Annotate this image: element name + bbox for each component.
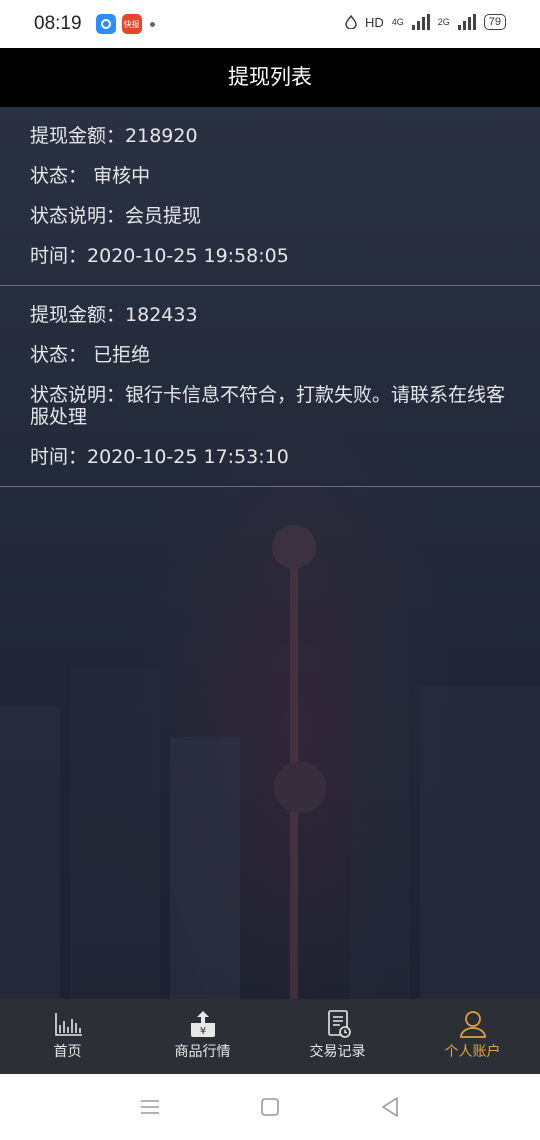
notification-dot-icon [149,21,155,27]
withdraw-list[interactable]: 提现金额：218920 状态： 审核中 状态说明：会员提现 时间：2020-10… [0,107,540,999]
back-triangle-icon[interactable] [377,1094,403,1120]
network-label: HD [364,14,384,30]
bottom-tab-bar: 首页 ¥ 商品行情 交易记录 个人账户 [0,999,540,1074]
amount-value: 182433 [125,304,198,326]
status-value: 已拒绝 [93,344,151,366]
page-title: 提现列表 [0,48,540,107]
withdraw-record[interactable]: 提现金额：218920 状态： 审核中 状态说明：会员提现 时间：2020-10… [0,107,540,286]
tab-market-label: 商品行情 [174,1044,231,1060]
status-row: 状态： 已拒绝 [30,344,510,366]
desc-row: 状态说明：银行卡信息不符合，打款失败。请联系在线客服处理 [30,384,510,428]
time-value: 2020-10-25 17:53:10 [87,446,289,468]
water-drop-icon [345,15,357,29]
status-label: 状态： [30,344,88,366]
city-skyline-background [0,525,540,999]
battery-icon: 79 [483,14,506,30]
document-clock-icon [327,1010,351,1038]
network-2g-label: 2G [437,17,450,27]
tab-account[interactable]: 个人账户 [405,999,540,1074]
svg-text:¥: ¥ [199,1026,205,1037]
system-nav-bar [0,1074,540,1140]
withdraw-record[interactable]: 提现金额：182433 状态： 已拒绝 状态说明：银行卡信息不符合，打款失败。请… [0,286,540,487]
amount-label: 提现金额： [30,125,126,147]
desc-label: 状态说明： [30,384,126,406]
signal-icon [411,14,430,30]
tab-trade-records[interactable]: 交易记录 [270,999,405,1074]
amount-label: 提现金额： [30,304,126,326]
desc-row: 状态说明：会员提现 [30,205,510,227]
status-label: 状态： [30,165,88,187]
status-indicators: HD 4G 2G 79 [345,14,506,30]
status-time: 08:19 [34,13,82,34]
time-label: 时间： [30,245,88,267]
network-4g-label: 4G [391,17,404,27]
tab-home-label: 首页 [53,1044,82,1060]
yuan-upload-icon: ¥ [190,1011,215,1037]
amount-row: 提现金额：218920 [30,125,510,147]
tab-home[interactable]: 首页 [0,999,135,1074]
desc-value: 会员提现 [125,205,202,227]
chart-icon [54,1013,82,1036]
browser-app-icon [95,14,116,34]
signal-icon-2 [457,14,476,30]
time-row: 时间：2020-10-25 17:53:10 [30,446,510,468]
news-app-icon: 快报 [121,14,142,34]
amount-row: 提现金额：182433 [30,304,510,326]
person-icon [459,1011,486,1038]
home-square-icon[interactable] [257,1094,283,1120]
status-bar: 08:19 快报 HD 4G 2G 79 [0,0,540,48]
desc-label: 状态说明： [30,205,126,227]
tab-account-label: 个人账户 [444,1044,501,1060]
time-label: 时间： [30,446,88,468]
status-row: 状态： 审核中 [30,165,510,187]
time-value: 2020-10-25 19:58:05 [87,245,289,267]
menu-icon[interactable] [137,1094,163,1120]
status-value: 审核中 [93,165,151,187]
amount-value: 218920 [125,125,198,147]
tab-trade-records-label: 交易记录 [309,1044,366,1060]
tab-market[interactable]: ¥ 商品行情 [135,999,270,1074]
time-row: 时间：2020-10-25 19:58:05 [30,245,510,267]
